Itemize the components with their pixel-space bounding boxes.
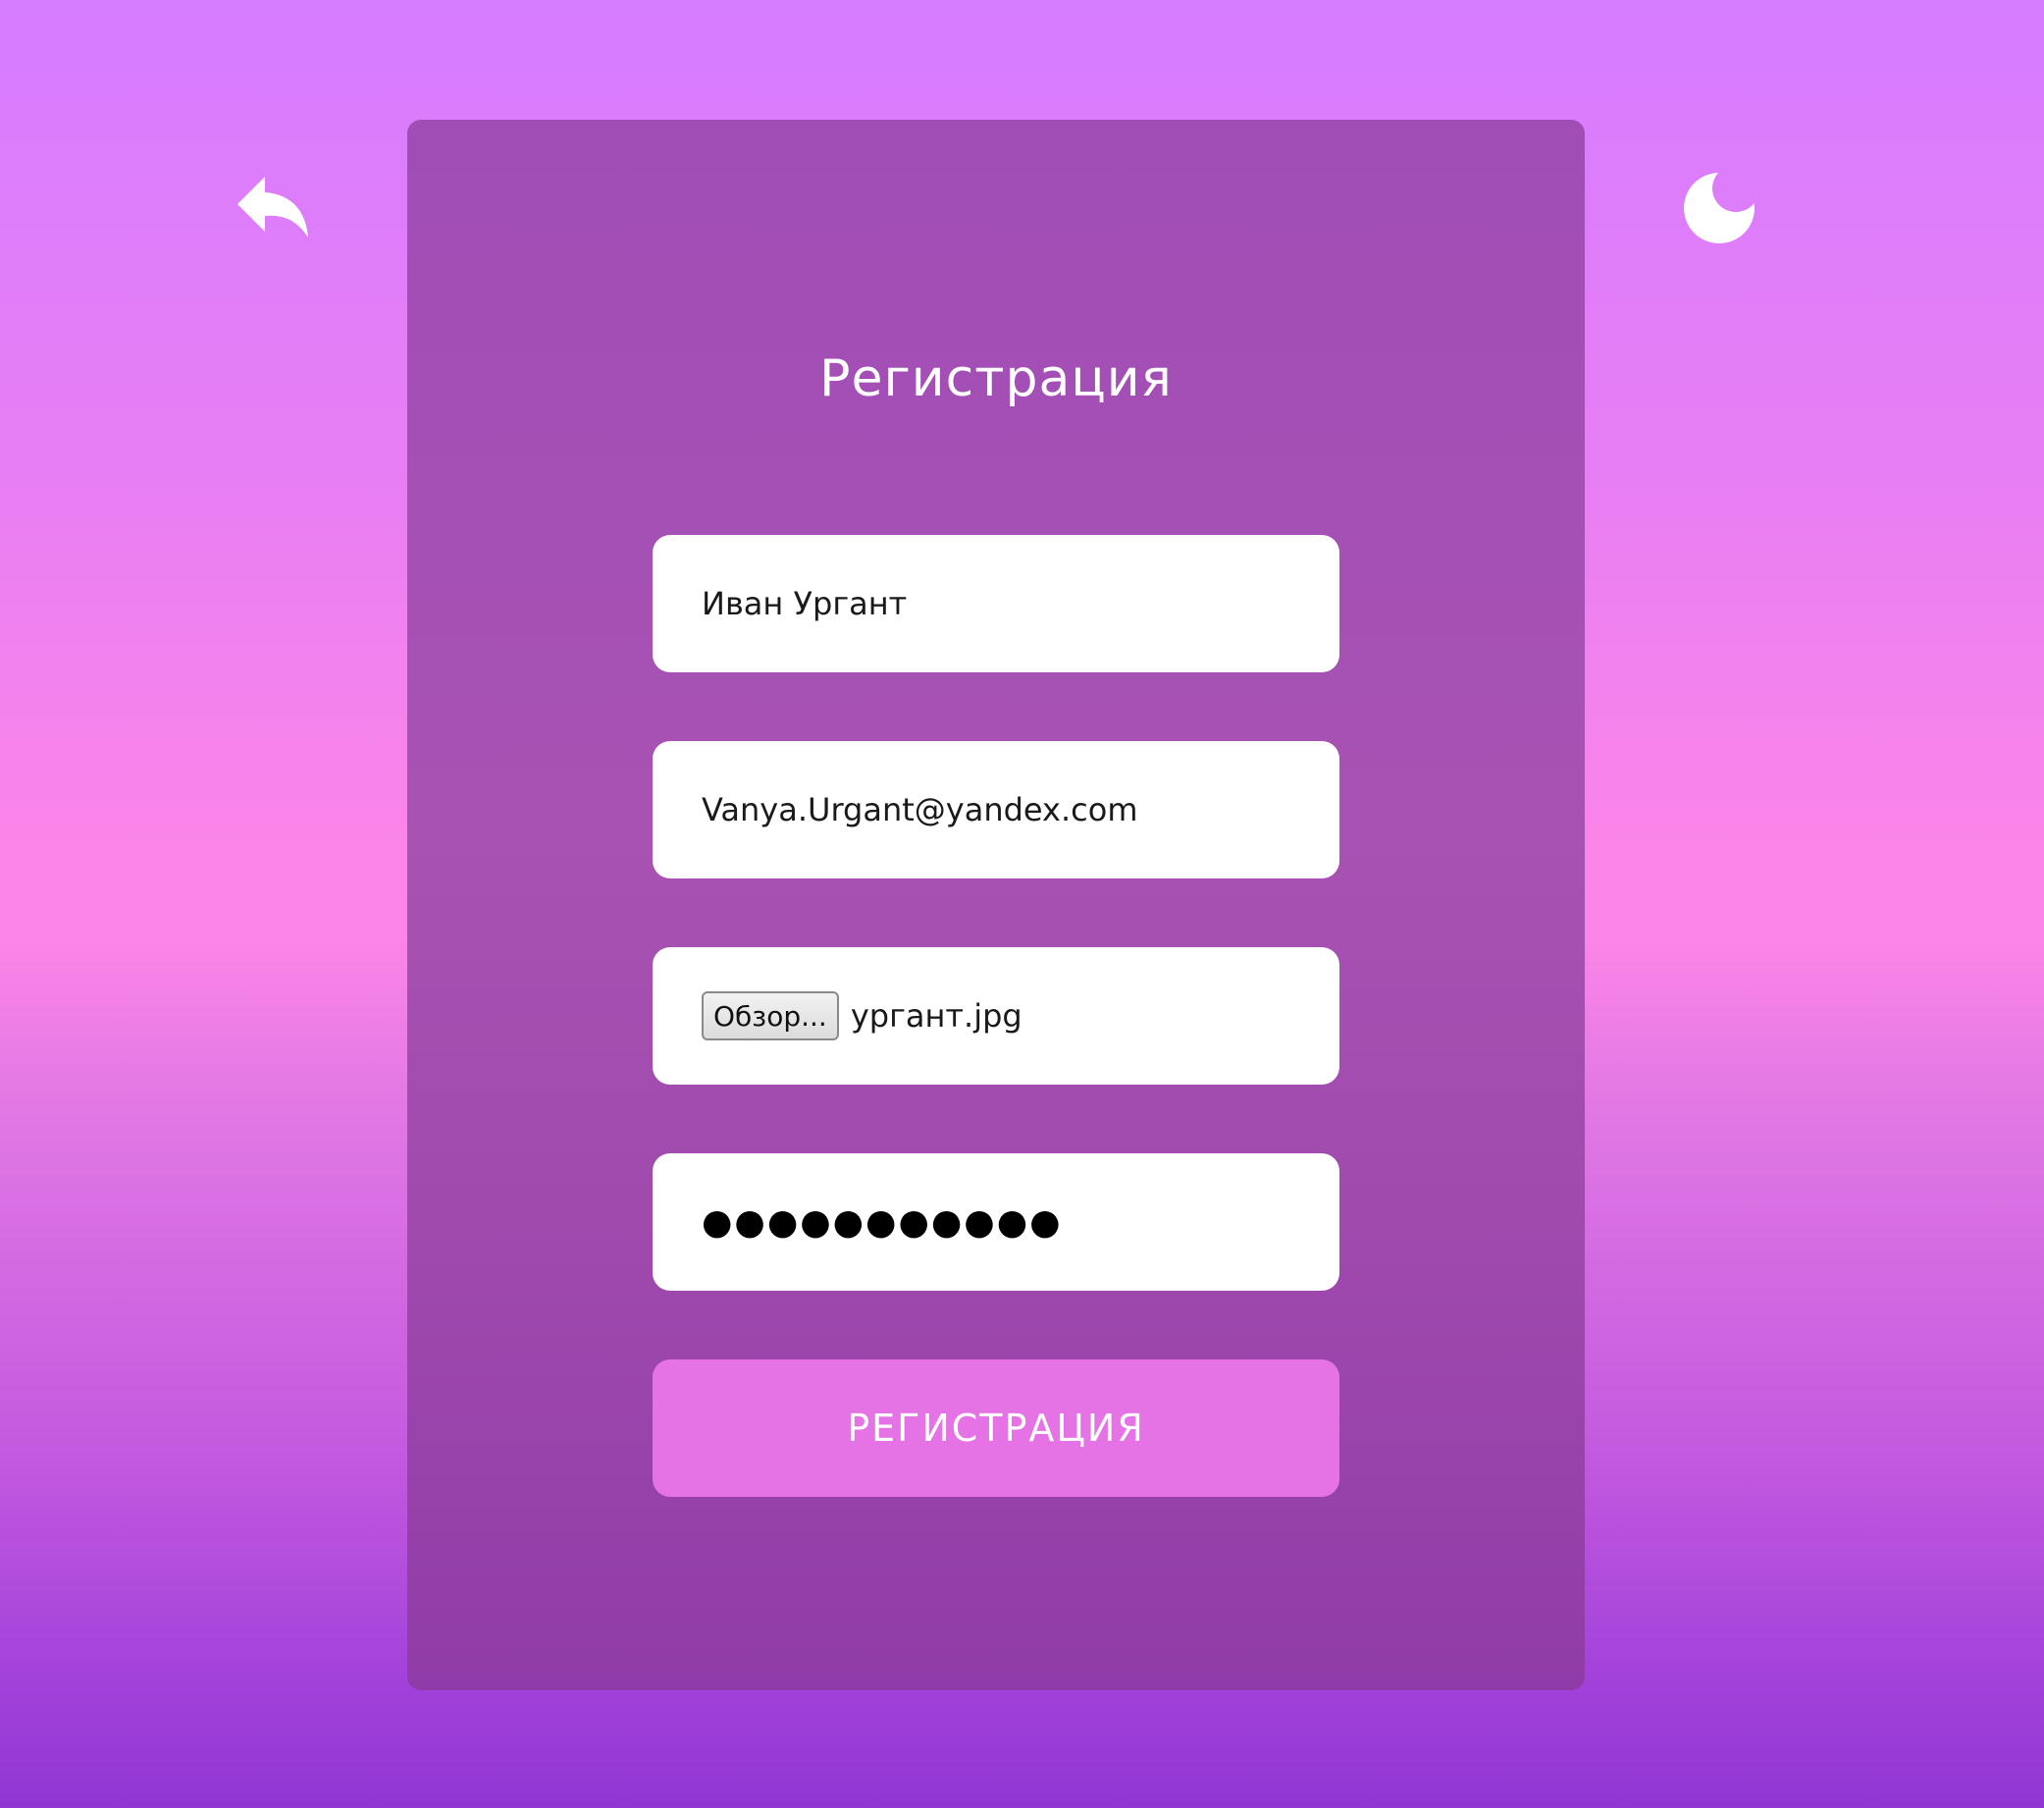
back-button[interactable] xyxy=(236,175,310,239)
registration-card: Регистрация Обзор... ургант.jpg РЕГИСТРА… xyxy=(407,120,1585,1690)
email-input[interactable] xyxy=(702,791,1339,828)
form-title: Регистрация xyxy=(819,349,1173,408)
register-button[interactable]: РЕГИСТРАЦИЯ xyxy=(653,1359,1339,1497)
password-input[interactable] xyxy=(702,1201,1339,1243)
browse-file-button[interactable]: Обзор... xyxy=(702,991,839,1040)
name-input[interactable] xyxy=(702,585,1339,622)
name-field[interactable] xyxy=(653,535,1339,672)
reply-arrow-icon xyxy=(237,177,308,238)
moon-icon xyxy=(1684,173,1755,243)
email-field[interactable] xyxy=(653,741,1339,878)
theme-toggle-button[interactable] xyxy=(1682,167,1760,245)
avatar-file-field[interactable]: Обзор... ургант.jpg xyxy=(653,947,1339,1085)
selected-file-name: ургант.jpg xyxy=(850,997,1022,1035)
password-field[interactable] xyxy=(653,1153,1339,1291)
